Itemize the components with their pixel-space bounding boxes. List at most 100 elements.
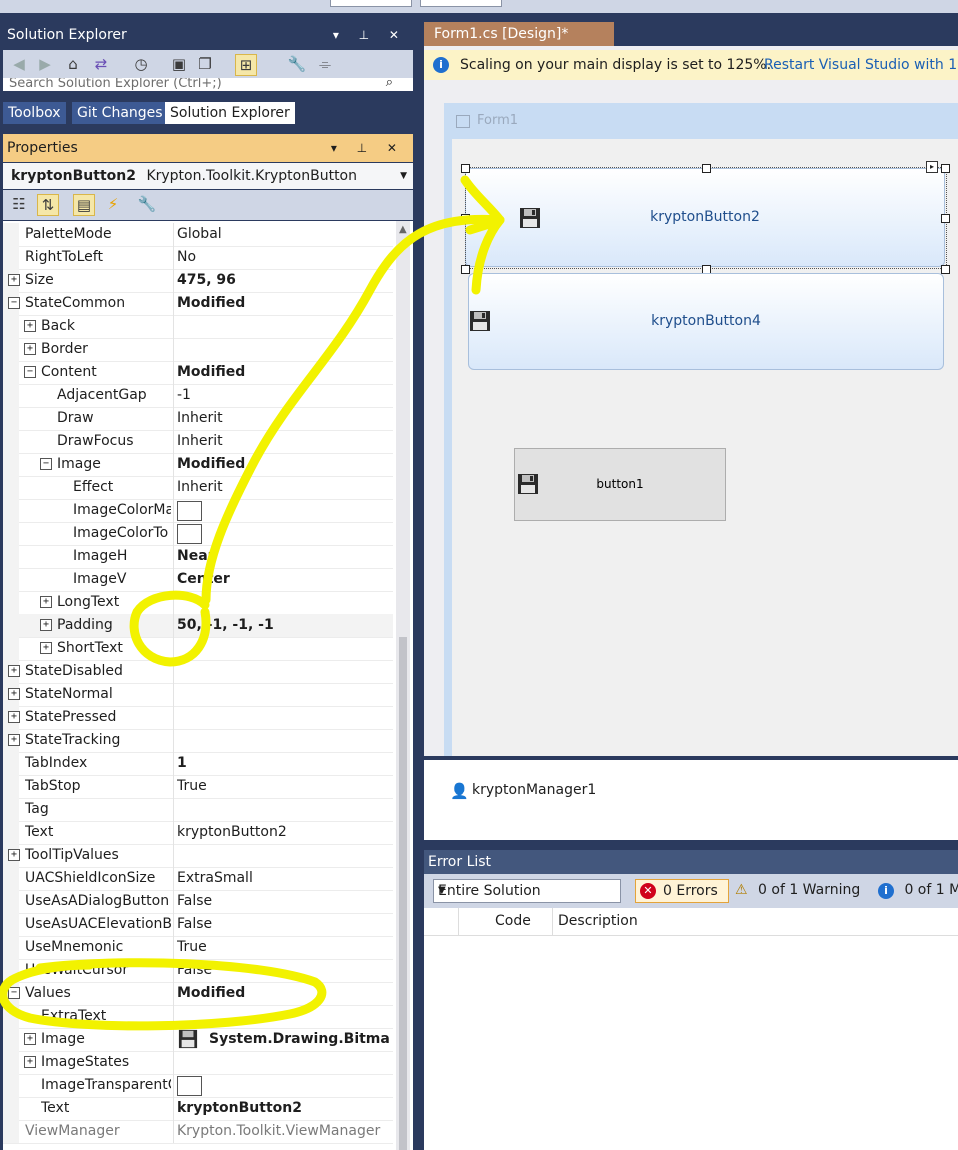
property-row[interactable]: Text kryptonButton2 bbox=[3, 821, 393, 845]
tab-form1-design[interactable]: Form1.cs [Design]* bbox=[424, 22, 614, 46]
property-value[interactable]: No bbox=[177, 249, 391, 265]
resize-handle[interactable] bbox=[461, 265, 470, 274]
property-row[interactable]: DrawFocus Inherit bbox=[3, 430, 393, 454]
search-input[interactable]: Search Solution Explorer (Ctrl+;) bbox=[9, 78, 222, 91]
property-row[interactable]: ViewManager Krypton.Toolkit.ViewManager bbox=[3, 1120, 393, 1144]
property-row[interactable]: TabStop True bbox=[3, 775, 393, 799]
property-row[interactable]: UseMnemonic True bbox=[3, 936, 393, 960]
property-row[interactable]: ImageTransparentCo bbox=[3, 1074, 393, 1098]
home-icon[interactable]: ⌂ bbox=[63, 54, 83, 74]
property-row[interactable]: + Size 475, 96 bbox=[3, 269, 393, 293]
property-value[interactable]: Modified bbox=[177, 456, 391, 472]
property-row[interactable]: + Back bbox=[3, 315, 393, 339]
events-icon[interactable]: ⚡ bbox=[103, 194, 123, 214]
button-1[interactable]: button1 bbox=[514, 448, 726, 521]
property-row[interactable]: ImageV Center bbox=[3, 568, 393, 592]
expand-icon[interactable]: + bbox=[8, 688, 20, 700]
property-row[interactable]: + Padding 50, -1, -1, -1 bbox=[3, 614, 393, 638]
chevron-down-icon[interactable]: ▼ bbox=[438, 880, 614, 902]
property-pages-icon[interactable]: 🔧 bbox=[137, 194, 157, 214]
property-value[interactable]: Modified bbox=[177, 295, 391, 311]
property-row[interactable]: + ToolTipValues bbox=[3, 844, 393, 868]
expand-icon[interactable]: + bbox=[40, 596, 52, 608]
color-swatch[interactable] bbox=[177, 524, 202, 544]
properties-wrench-icon[interactable]: 🔧 bbox=[287, 54, 307, 74]
property-value[interactable]: Modified bbox=[177, 364, 391, 380]
resize-handle[interactable] bbox=[941, 164, 950, 173]
property-row[interactable]: + StateTracking bbox=[3, 729, 393, 753]
expand-icon[interactable]: + bbox=[8, 711, 20, 723]
property-row[interactable]: ImageH Near bbox=[3, 545, 393, 569]
resize-handle[interactable] bbox=[461, 164, 470, 173]
scrollbar-thumb[interactable] bbox=[399, 637, 407, 1150]
krypton-button-4[interactable]: kryptonButton4 bbox=[468, 273, 944, 370]
back-icon[interactable]: ◀ bbox=[9, 54, 29, 74]
property-value[interactable]: kryptonButton2 bbox=[177, 1100, 391, 1116]
preview-icon[interactable]: ⌯ bbox=[315, 54, 335, 74]
property-value[interactable]: True bbox=[177, 939, 391, 955]
property-row[interactable]: − StateCommon Modified bbox=[3, 292, 393, 316]
property-row[interactable]: Draw Inherit bbox=[3, 407, 393, 431]
panel-buttons[interactable]: ▾ ⊥ ✕ bbox=[333, 21, 407, 49]
property-value[interactable]: Inherit bbox=[177, 433, 391, 449]
property-value[interactable]: -1 bbox=[177, 387, 391, 403]
forward-icon[interactable]: ▶ bbox=[35, 54, 55, 74]
categorized-icon[interactable]: ☷ bbox=[9, 194, 29, 214]
property-row[interactable]: + Border bbox=[3, 338, 393, 362]
property-value[interactable]: Near bbox=[177, 548, 391, 564]
property-value[interactable]: True bbox=[177, 778, 391, 794]
color-swatch[interactable] bbox=[177, 1076, 202, 1096]
color-swatch[interactable] bbox=[177, 501, 202, 521]
column-code[interactable]: Code bbox=[495, 913, 531, 929]
resize-handle[interactable] bbox=[702, 164, 711, 173]
expand-icon[interactable]: + bbox=[24, 1033, 36, 1045]
expand-icon[interactable]: + bbox=[24, 1056, 36, 1068]
property-row[interactable]: Tag bbox=[3, 798, 393, 822]
property-value[interactable]: kryptonButton2 bbox=[177, 824, 391, 840]
collapse-all-icon[interactable]: ▣ bbox=[169, 54, 189, 74]
property-value[interactable]: False bbox=[177, 916, 391, 932]
property-value[interactable]: Inherit bbox=[177, 410, 391, 426]
property-value[interactable]: Modified bbox=[177, 985, 391, 1001]
property-value[interactable]: False bbox=[177, 893, 391, 909]
property-row[interactable]: − Image Modified bbox=[3, 453, 393, 477]
property-row[interactable]: TabIndex 1 bbox=[3, 752, 393, 776]
errors-filter[interactable]: ✕ 0 Errors bbox=[635, 879, 729, 903]
collapse-icon[interactable]: − bbox=[40, 458, 52, 470]
property-grid-scrollbar[interactable]: ▲ bbox=[396, 221, 410, 1150]
top-input-2[interactable] bbox=[420, 0, 502, 7]
pending-changes-icon[interactable]: ◷ bbox=[131, 54, 151, 74]
property-row[interactable]: UseWaitCursor False bbox=[3, 959, 393, 983]
property-value[interactable]: False bbox=[177, 962, 391, 978]
expand-icon[interactable]: + bbox=[8, 734, 20, 746]
property-row[interactable]: Effect Inherit bbox=[3, 476, 393, 500]
expand-icon[interactable]: + bbox=[40, 642, 52, 654]
chevron-down-icon[interactable]: ▼ bbox=[400, 163, 407, 189]
expand-icon[interactable]: + bbox=[24, 320, 36, 332]
property-value[interactable]: ExtraSmall bbox=[177, 870, 391, 886]
property-value[interactable]: Inherit bbox=[177, 479, 391, 495]
property-row[interactable]: Text kryptonButton2 bbox=[3, 1097, 393, 1121]
expand-icon[interactable]: + bbox=[8, 849, 20, 861]
property-row[interactable]: + StateNormal bbox=[3, 683, 393, 707]
property-value[interactable]: 1 bbox=[177, 755, 391, 771]
property-row[interactable]: + StatePressed bbox=[3, 706, 393, 730]
krypton-manager-component[interactable]: kryptonManager1 bbox=[472, 782, 596, 798]
property-row[interactable]: AdjacentGap -1 bbox=[3, 384, 393, 408]
top-input-1[interactable] bbox=[330, 0, 412, 7]
panel-buttons[interactable]: ▾ ⊥ ✕ bbox=[331, 134, 405, 162]
restart-link[interactable]: Restart Visual Studio with 100 bbox=[764, 50, 958, 80]
search-icon[interactable]: ⌕ bbox=[386, 78, 393, 90]
property-row[interactable]: RightToLeft No bbox=[3, 246, 393, 270]
property-value[interactable]: System.Drawing.Bitmap bbox=[209, 1031, 391, 1047]
property-row[interactable]: − Values Modified bbox=[3, 982, 393, 1006]
messages-filter[interactable]: i 0 of 1 M bbox=[878, 879, 958, 901]
smart-tag-icon[interactable]: ▸ bbox=[926, 161, 938, 173]
property-row[interactable]: + ShortText bbox=[3, 637, 393, 661]
property-row[interactable]: PaletteMode Global bbox=[3, 223, 393, 247]
resize-handle[interactable] bbox=[941, 214, 950, 223]
solution-explorer-search[interactable]: Search Solution Explorer (Ctrl+;) ⌕ bbox=[3, 78, 413, 91]
sync-active-document-icon[interactable]: ⊞ bbox=[235, 54, 257, 76]
property-row[interactable]: + StateDisabled bbox=[3, 660, 393, 684]
resize-handle[interactable] bbox=[461, 214, 470, 223]
